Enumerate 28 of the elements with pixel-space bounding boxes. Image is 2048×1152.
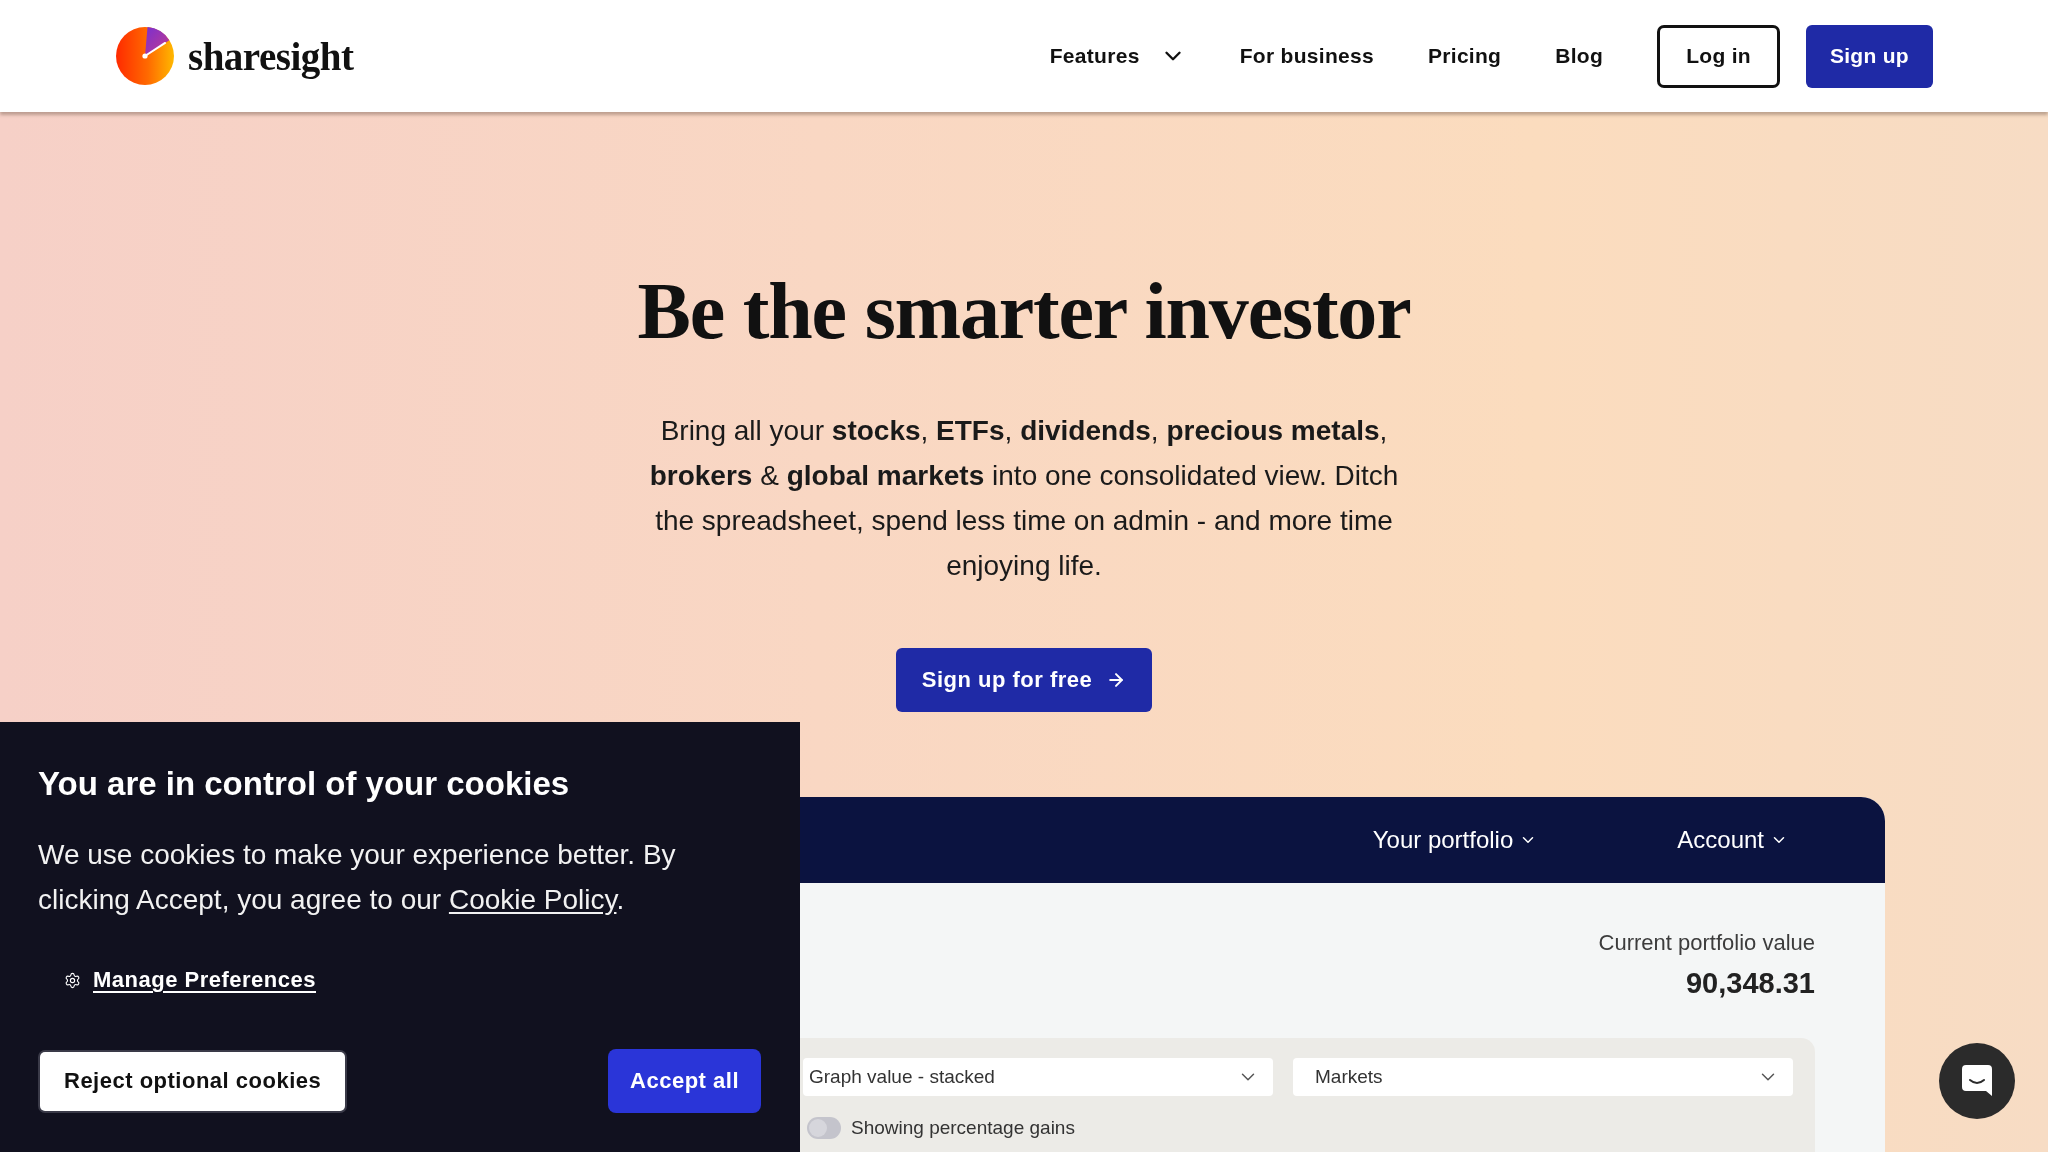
- portfolio-value: 90,348.31: [1686, 966, 1815, 1001]
- logo[interactable]: sharesight: [116, 27, 354, 85]
- app-menu-item[interactable]: Account: [1677, 826, 1788, 854]
- select-field[interactable]: Markets: [1293, 1058, 1793, 1096]
- app-menu-item[interactable]: Your portfolio: [1372, 826, 1538, 854]
- nav-link[interactable]: Blog: [1555, 44, 1604, 68]
- cookie-policy-link[interactable]: Cookie Policy: [448, 884, 617, 915]
- manage-preferences-link[interactable]: Manage Preferences: [93, 967, 316, 993]
- sign-up-free-button[interactable]: Sign up for free: [895, 648, 1153, 712]
- log-in-button[interactable]: Log in: [1657, 24, 1780, 88]
- chat-bubble-icon: [1962, 1065, 1992, 1097]
- toggle-label: Showing percentage gains: [851, 1117, 1075, 1139]
- sign-up-button[interactable]: Sign up: [1805, 24, 1933, 88]
- nav-link[interactable]: For business: [1239, 44, 1374, 68]
- cookie-notice-text: We use cookies to make your experience better. By clicking Accept, you agree to our Cookie Policy.: [38, 838, 677, 917]
- settings-icon: [64, 971, 81, 989]
- features-menu[interactable]: Features: [1049, 43, 1186, 69]
- toggle-switch[interactable]: [807, 1117, 841, 1139]
- select-field[interactable]: Graph value - stacked: [803, 1058, 1273, 1096]
- logo-text: sharesight: [188, 33, 354, 79]
- portfolio-value-label: Current portfolio value: [1598, 929, 1815, 957]
- accept-cookies-button[interactable]: Accept all: [608, 1049, 761, 1113]
- hero-description: Bring all your stocks, ETFs, dividends, precious metals, brokers & global markets into one consolidated view. Ditch the spreadsheet, spend less time on admin - and more time enjoying life.: [648, 414, 1400, 583]
- logo-icon: [116, 27, 174, 85]
- cookie-consent-title: You are in control of your cookies: [38, 765, 571, 803]
- hero-title: Be the smarter investor: [637, 266, 1411, 357]
- nav-link[interactable]: Pricing: [1427, 44, 1502, 68]
- reject-cookies-button[interactable]: Reject optional cookies: [40, 1051, 346, 1111]
